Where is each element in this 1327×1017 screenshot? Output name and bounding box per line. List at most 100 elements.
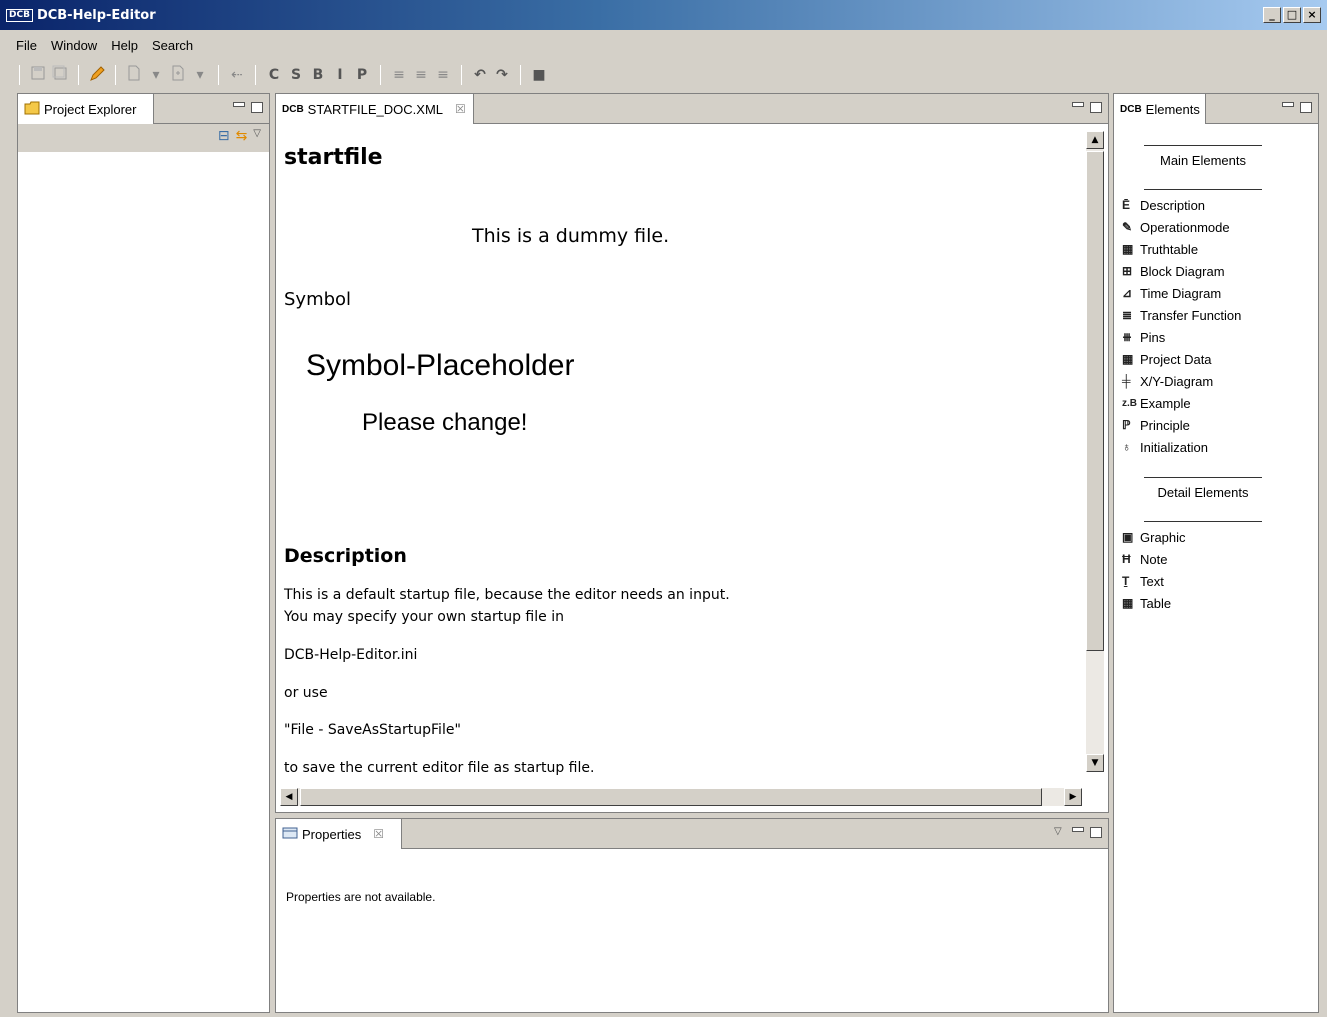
element-truthtable[interactable]: ▦ Truthtable xyxy=(1122,239,1198,259)
element-graphic[interactable]: ▣ Graphic xyxy=(1122,527,1186,547)
description-icon: Ē xyxy=(1122,198,1131,212)
elements-panel: DCB Elements Main Elements Ē Description… xyxy=(1113,93,1319,1013)
close-tab-icon[interactable]: ☒ xyxy=(455,102,466,116)
link-with-editor-icon[interactable]: ⇆ xyxy=(236,128,248,144)
window-title: DCB-Help-Editor xyxy=(36,7,156,23)
element-table[interactable]: ▦ Table xyxy=(1122,593,1171,613)
elements-content: Main Elements Ē Description ✎ Operationm… xyxy=(1114,125,1318,1012)
scroll-right-button[interactable]: ▶ xyxy=(1064,788,1082,806)
element-time-diagram[interactable]: ⊿ Time Diagram xyxy=(1122,283,1221,303)
element-label: Description xyxy=(1140,197,1206,213)
format-exponent-button[interactable]: P xyxy=(353,65,371,85)
tab-properties[interactable]: Properties ☒ xyxy=(276,819,402,849)
element-description[interactable]: Ē Description xyxy=(1122,195,1205,215)
stop-icon[interactable]: ■ xyxy=(530,65,548,85)
view-menu-icon[interactable]: ▽ xyxy=(1054,827,1066,838)
close-button[interactable]: × xyxy=(1303,7,1321,23)
properties-message: Properties are not available. xyxy=(286,890,436,904)
element-xy-diagram[interactable]: ╪ X/Y-Diagram xyxy=(1122,371,1213,391)
toolbar-separator xyxy=(218,65,219,85)
toolbar-separator xyxy=(461,65,462,85)
toolbar-separator xyxy=(19,65,20,85)
vertical-scrollbar[interactable]: ▲ ▼ xyxy=(1086,131,1104,772)
save-all-icon[interactable] xyxy=(51,65,69,85)
tab-label: STARTFILE_DOC.XML xyxy=(307,101,443,117)
pencil-icon[interactable] xyxy=(88,65,106,85)
element-operationmode[interactable]: ✎ Operationmode xyxy=(1122,217,1230,237)
insert-dropdown-icon[interactable]: ▾ xyxy=(191,65,209,85)
save-icon[interactable] xyxy=(29,65,47,85)
editor-panel: DCB STARTFILE_DOC.XML ☒ startfile This i… xyxy=(275,93,1109,813)
element-principle[interactable]: ℙ Principle xyxy=(1122,415,1190,435)
editor-content[interactable]: startfile This is a dummy file. Symbol S… xyxy=(276,125,1108,812)
symbol-placeholder: Symbol-Placeholder xyxy=(306,349,575,382)
element-label: Graphic xyxy=(1140,529,1186,545)
back-arrow-icon[interactable]: ⇠ xyxy=(228,65,246,85)
element-initialization[interactable]: ♁ Initialization xyxy=(1122,437,1208,457)
minimize-panel-icon[interactable] xyxy=(1072,102,1084,107)
toolbar-separator xyxy=(78,65,79,85)
scroll-left-button[interactable]: ◀ xyxy=(280,788,298,806)
description-line: or use xyxy=(284,685,328,701)
elements-header: DCB Elements xyxy=(1114,94,1318,124)
divider xyxy=(1144,521,1262,522)
menu-file[interactable]: File xyxy=(12,37,41,54)
redo-icon[interactable]: ↷ xyxy=(493,65,511,85)
minimize-panel-icon[interactable] xyxy=(233,102,245,107)
element-text[interactable]: Ṯ Text xyxy=(1122,571,1164,591)
truthtable-icon: ▦ xyxy=(1122,242,1134,256)
format-c-button[interactable]: C xyxy=(265,65,283,85)
collapse-all-icon[interactable]: ⊟ xyxy=(218,128,230,144)
minimize-button[interactable]: _ xyxy=(1263,7,1281,23)
insert-icon[interactable] xyxy=(169,65,187,85)
maximize-panel-icon[interactable] xyxy=(1300,102,1312,113)
dash-list-icon[interactable]: ≡ xyxy=(412,65,430,85)
format-index-button[interactable]: I xyxy=(331,65,349,85)
maximize-button[interactable]: □ xyxy=(1283,7,1301,23)
new-file-dropdown-icon[interactable]: ▾ xyxy=(147,65,165,85)
project-data-icon: ▦ xyxy=(1122,352,1134,366)
maximize-panel-icon[interactable] xyxy=(1090,827,1102,838)
maximize-panel-icon[interactable] xyxy=(1090,102,1102,113)
menu-search[interactable]: Search xyxy=(148,37,197,54)
table-icon: ▦ xyxy=(1122,596,1134,610)
new-file-icon[interactable] xyxy=(125,65,143,85)
description-line: This is a default startup file, because … xyxy=(284,587,730,603)
menu-window[interactable]: Window xyxy=(47,37,101,54)
menu-help[interactable]: Help xyxy=(107,37,142,54)
maximize-panel-icon[interactable] xyxy=(251,102,263,113)
close-tab-icon[interactable]: ☒ xyxy=(373,827,384,841)
element-project-data[interactable]: ▦ Project Data xyxy=(1122,349,1212,369)
note-icon: Ħ xyxy=(1122,552,1131,566)
element-note[interactable]: Ħ Note xyxy=(1122,549,1167,569)
minimize-panel-icon[interactable] xyxy=(1282,102,1294,107)
element-transfer-function[interactable]: ≣ Transfer Function xyxy=(1122,305,1241,325)
toolbar: ▾ ▾ ⇠ C S B I P ≡ ≡ ≡ ↶ ↷ ■ xyxy=(0,60,1327,90)
symbol-heading: Symbol xyxy=(284,289,352,310)
minimize-panel-icon[interactable] xyxy=(1072,827,1084,832)
toolbar-separator xyxy=(380,65,381,85)
transfer-function-icon: ≣ xyxy=(1122,308,1133,322)
operationmode-icon: ✎ xyxy=(1122,220,1133,234)
bullet-list-icon[interactable]: ≡ xyxy=(390,65,408,85)
tab-elements[interactable]: DCB Elements xyxy=(1114,94,1206,124)
element-block-diagram[interactable]: ⊞ Block Diagram xyxy=(1122,261,1225,281)
element-pins[interactable]: ⧻ Pins xyxy=(1122,327,1165,347)
horizontal-scrollbar[interactable]: ◀ ▶ xyxy=(280,788,1082,806)
horizontal-scroll-thumb[interactable] xyxy=(300,788,1042,806)
numbered-list-icon[interactable]: ≡ xyxy=(434,65,452,85)
scroll-down-button[interactable]: ▼ xyxy=(1086,754,1104,772)
undo-icon[interactable]: ↶ xyxy=(471,65,489,85)
xy-diagram-icon: ╪ xyxy=(1122,374,1131,388)
format-s-button[interactable]: S xyxy=(287,65,305,85)
vertical-scroll-thumb[interactable] xyxy=(1086,151,1104,651)
element-label: Pins xyxy=(1140,329,1166,345)
description-line: DCB-Help-Editor.ini xyxy=(284,647,418,663)
element-example[interactable]: z.B Example xyxy=(1122,393,1191,413)
block-diagram-icon: ⊞ xyxy=(1122,264,1133,278)
scroll-up-button[interactable]: ▲ xyxy=(1086,131,1104,149)
tab-startfile-doc[interactable]: DCB STARTFILE_DOC.XML ☒ xyxy=(276,94,474,124)
tab-project-explorer[interactable]: Project Explorer xyxy=(18,94,154,124)
format-b-button[interactable]: B xyxy=(309,65,327,85)
view-menu-icon[interactable]: ▽ xyxy=(253,128,261,144)
